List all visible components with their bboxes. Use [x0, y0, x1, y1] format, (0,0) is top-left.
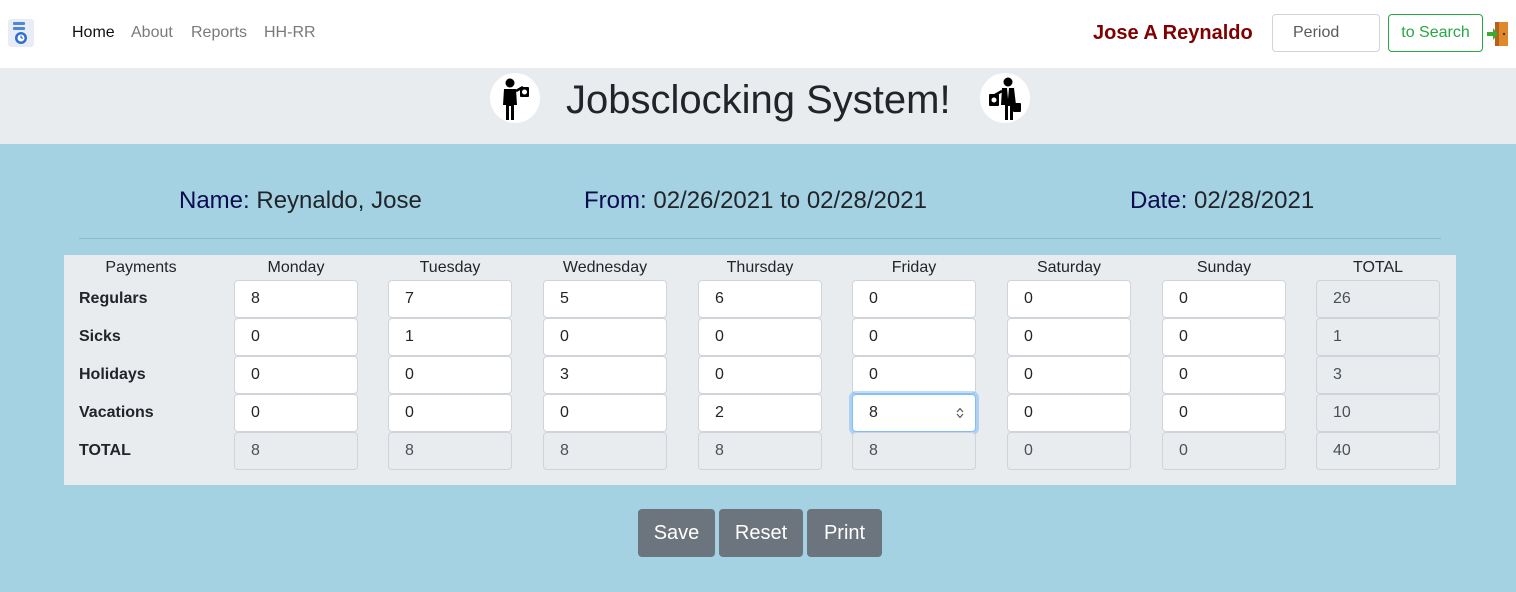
sicks-saturday-input[interactable]: [1007, 318, 1131, 356]
total-saturday-field: [1007, 432, 1131, 470]
regulars-total-field: [1316, 280, 1440, 318]
holidays-friday-input[interactable]: [852, 356, 976, 394]
vacations-monday-input[interactable]: [234, 394, 358, 432]
from-value: 02/26/2021 to 02/28/2021: [653, 187, 927, 214]
date-value: 02/28/2021: [1194, 187, 1315, 214]
print-button[interactable]: Print: [807, 509, 882, 557]
grand-total-field: [1316, 432, 1440, 470]
vacations-sunday-input[interactable]: [1162, 394, 1286, 432]
sicks-total-field: [1316, 318, 1440, 356]
sicks-thursday-input[interactable]: [698, 318, 822, 356]
timesheet-panel: Payments Monday Tuesday Wednesday Thursd…: [64, 255, 1456, 485]
col-header-payments: Payments: [105, 259, 177, 276]
page-title: Jobsclocking System!: [566, 78, 951, 122]
reset-button[interactable]: Reset: [719, 509, 803, 557]
number-spinner-icon[interactable]: [956, 407, 964, 419]
nav-reports-link[interactable]: Reports: [191, 23, 247, 43]
sicks-wednesday-input[interactable]: [543, 318, 667, 356]
col-header-tuesday: Tuesday: [419, 259, 481, 276]
total-monday-field: [234, 432, 358, 470]
sicks-tuesday-input[interactable]: [388, 318, 512, 356]
total-tuesday-field: [388, 432, 512, 470]
nav-about-link[interactable]: About: [131, 23, 173, 43]
col-header-sunday: Sunday: [1196, 259, 1252, 276]
regulars-monday-input[interactable]: [234, 280, 358, 318]
row-label-total: TOTAL: [79, 442, 131, 459]
app-logo-icon[interactable]: [8, 19, 34, 47]
vacations-friday-wrapper: [852, 394, 976, 432]
holidays-sunday-input[interactable]: [1162, 356, 1286, 394]
row-label-regulars: Regulars: [79, 290, 148, 307]
worker-right-icon: [980, 73, 1030, 123]
vacations-tuesday-input[interactable]: [388, 394, 512, 432]
col-header-friday: Friday: [891, 259, 937, 276]
nav-home-link[interactable]: Home: [72, 23, 115, 43]
sicks-sunday-input[interactable]: [1162, 318, 1286, 356]
nav-hhrr-link[interactable]: HH-RR: [264, 23, 316, 43]
col-header-saturday: Saturday: [1036, 259, 1102, 276]
row-label-holidays: Holidays: [79, 366, 146, 383]
regulars-tuesday-input[interactable]: [388, 280, 512, 318]
regulars-saturday-input[interactable]: [1007, 280, 1131, 318]
holidays-total-field: [1316, 356, 1440, 394]
from-label: From:: [584, 187, 647, 214]
col-header-wednesday: Wednesday: [562, 259, 648, 276]
vacations-wednesday-input[interactable]: [543, 394, 667, 432]
regulars-friday-input[interactable]: [852, 280, 976, 318]
holidays-monday-input[interactable]: [234, 356, 358, 394]
name-value: Reynaldo, Jose: [256, 187, 422, 214]
name-label: Name:: [179, 187, 250, 214]
col-header-monday: Monday: [267, 259, 325, 276]
date-label: Date:: [1130, 187, 1188, 214]
report-date: Date: 02/28/2021: [1130, 186, 1314, 216]
col-header-thursday: Thursday: [726, 259, 794, 276]
regulars-wednesday-input[interactable]: [543, 280, 667, 318]
navbar: Home About Reports HH-RR Jose A Reynaldo…: [0, 0, 1516, 68]
holidays-wednesday-input[interactable]: [543, 356, 667, 394]
vacations-saturday-input[interactable]: [1007, 394, 1131, 432]
vacations-thursday-input[interactable]: [698, 394, 822, 432]
holidays-thursday-input[interactable]: [698, 356, 822, 394]
divider: [79, 238, 1441, 239]
regulars-thursday-input[interactable]: [698, 280, 822, 318]
save-button[interactable]: Save: [638, 509, 715, 557]
employee-name: Name: Reynaldo, Jose: [179, 186, 422, 216]
period-input[interactable]: [1272, 14, 1380, 52]
total-sunday-field: [1162, 432, 1286, 470]
worker-left-icon: [490, 73, 540, 123]
search-button[interactable]: to Search: [1388, 14, 1483, 52]
col-header-total: TOTAL: [1352, 259, 1404, 276]
total-wednesday-field: [543, 432, 667, 470]
logout-icon[interactable]: [1486, 21, 1510, 47]
sicks-monday-input[interactable]: [234, 318, 358, 356]
vacations-total-field: [1316, 394, 1440, 432]
holidays-tuesday-input[interactable]: [388, 356, 512, 394]
holidays-saturday-input[interactable]: [1007, 356, 1131, 394]
period-range: From: 02/26/2021 to 02/28/2021: [584, 186, 927, 216]
user-name: Jose A Reynaldo: [1093, 22, 1253, 44]
sicks-friday-input[interactable]: [852, 318, 976, 356]
total-thursday-field: [698, 432, 822, 470]
row-label-vacations: Vacations: [79, 404, 154, 421]
row-label-sicks: Sicks: [79, 328, 121, 345]
title-banner: Jobsclocking System!: [0, 68, 1516, 144]
total-friday-field: [852, 432, 976, 470]
regulars-sunday-input[interactable]: [1162, 280, 1286, 318]
